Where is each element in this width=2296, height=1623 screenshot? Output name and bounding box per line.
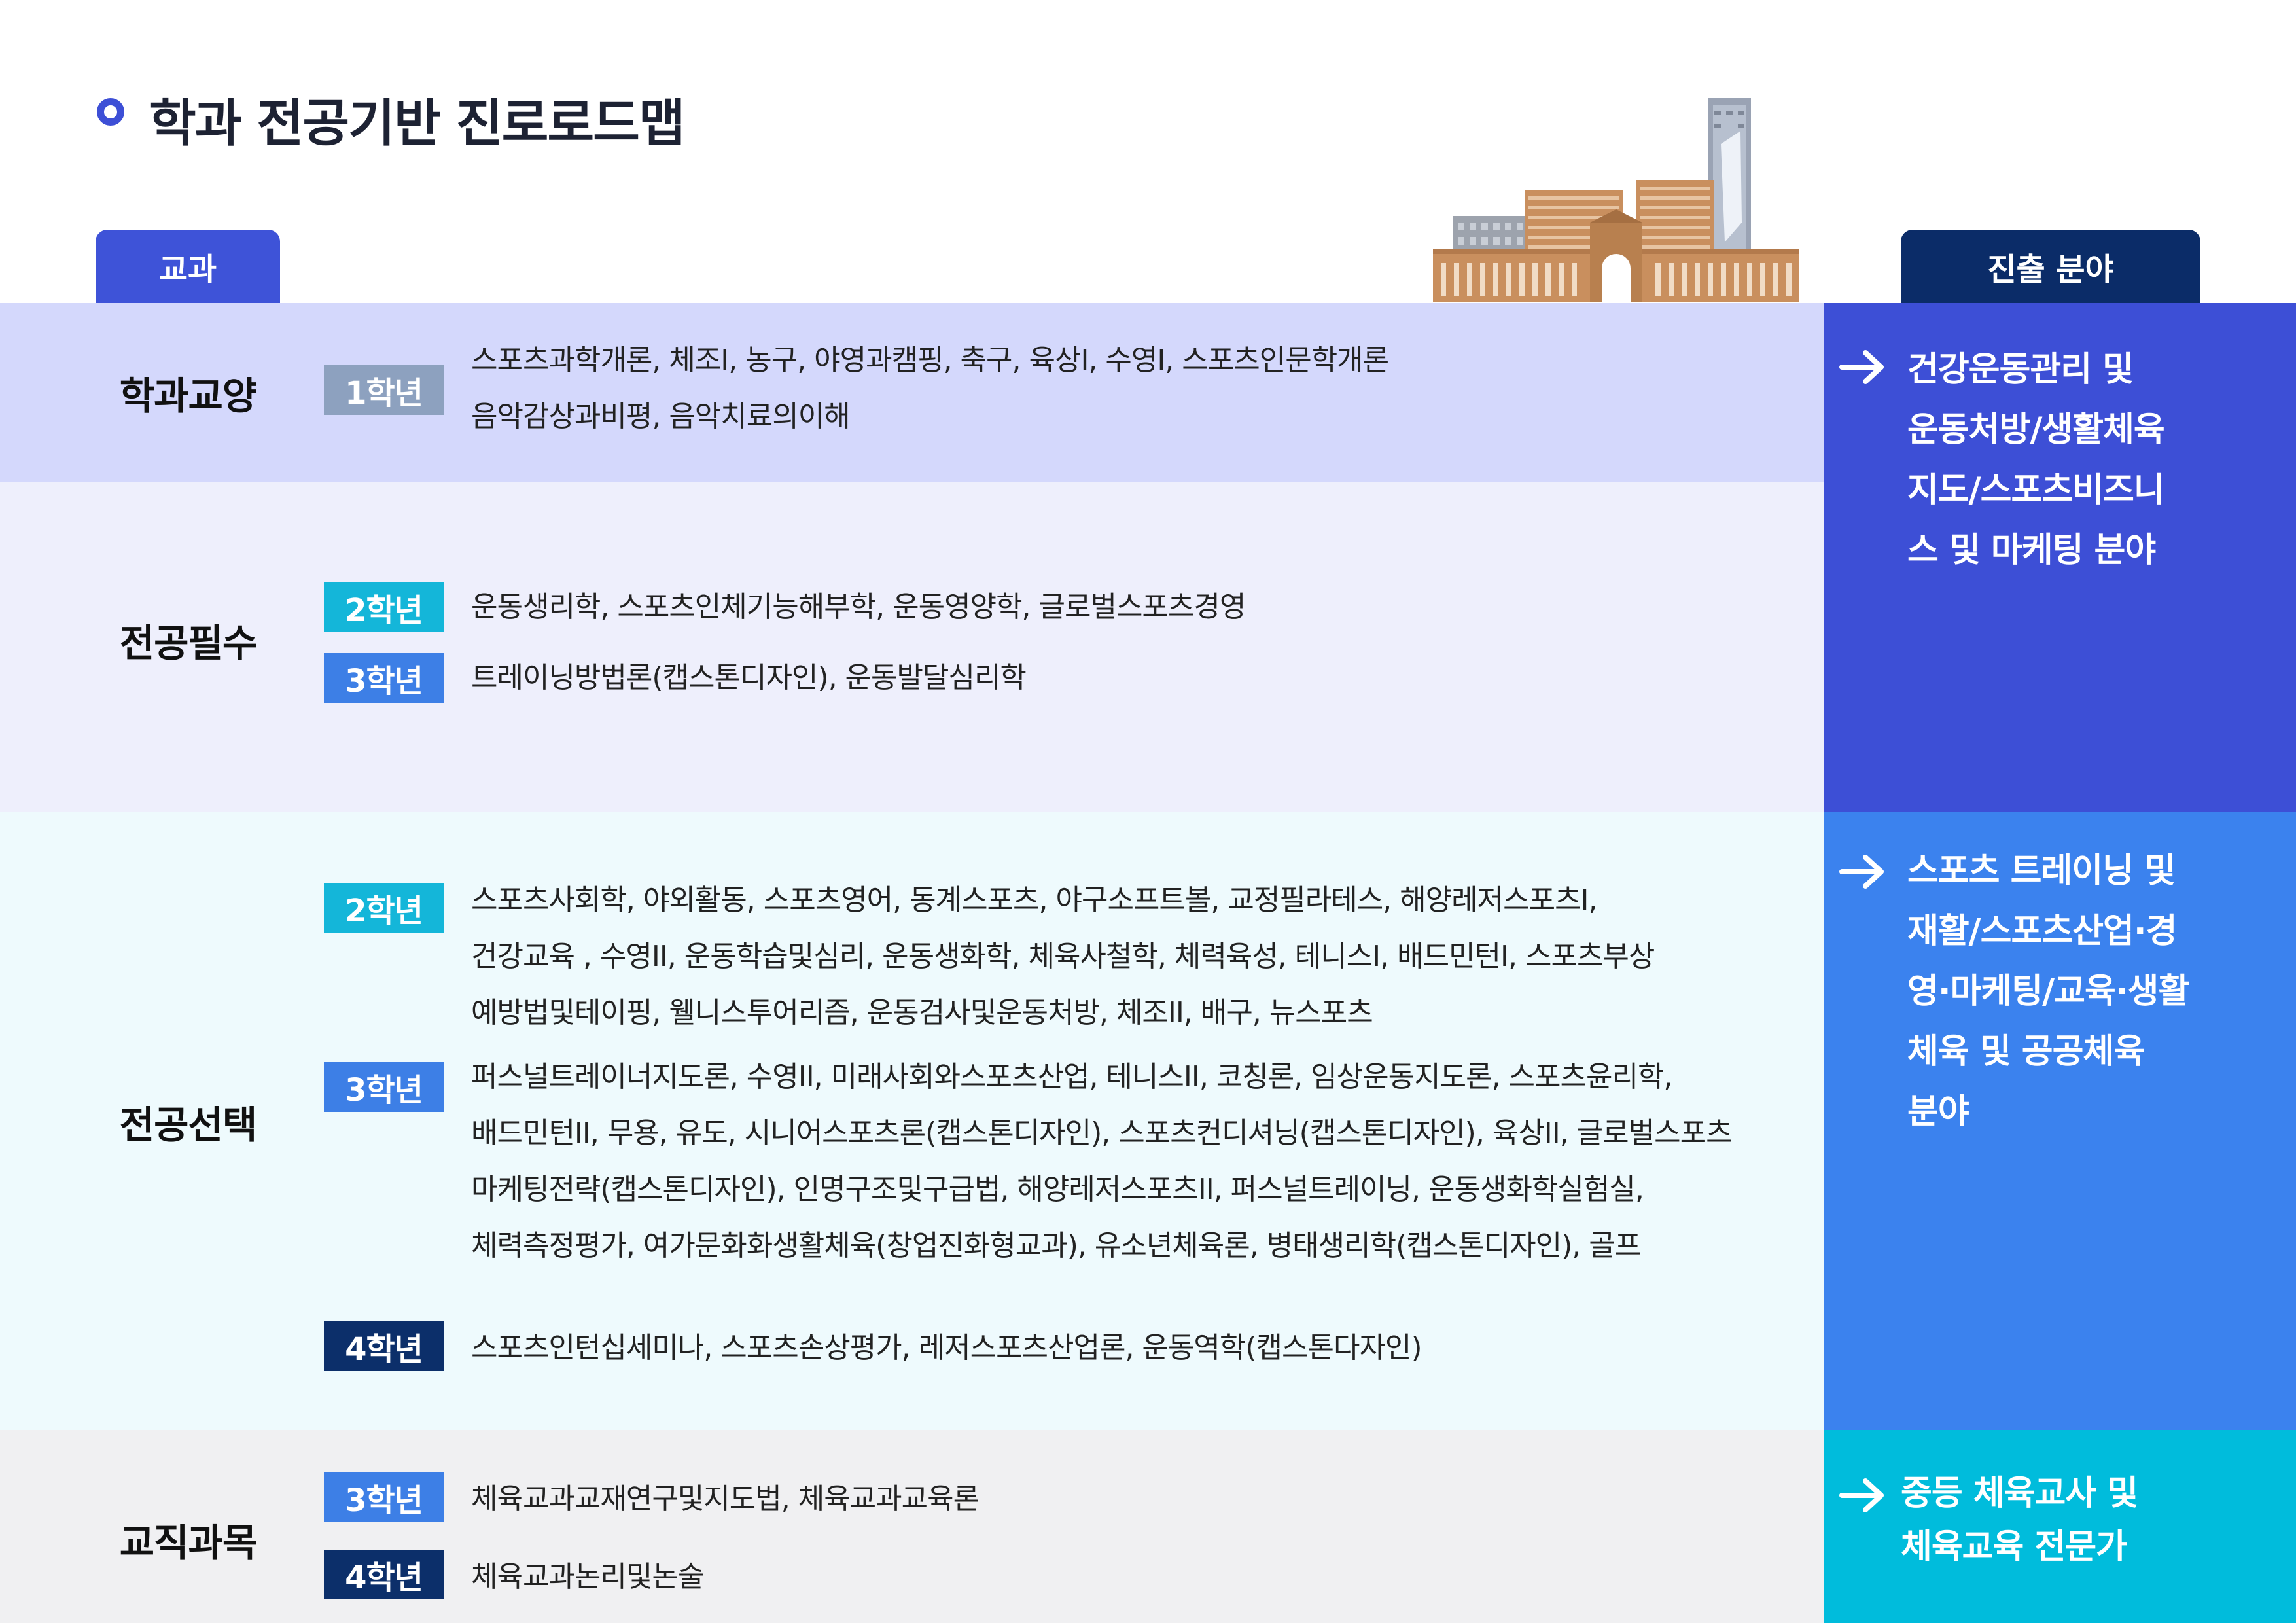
course-list: 트레이닝방법론(캡스톤디자인), 운동발달심리학: [471, 650, 1027, 706]
career-line: 스포츠 트레이닝 및: [1907, 851, 2176, 891]
course-line: 배드민턴II, 무용, 유도, 시니어스포츠론(캡스톤디자인), 스포츠컨디셔닝…: [471, 1116, 1733, 1150]
course-line: 체력측정평가, 여가문화화생활체육(창업진화형교과), 유소년체육론, 병태생리…: [471, 1229, 1641, 1262]
category-label: 교직과목: [119, 1520, 257, 1565]
category-label: 전공선택: [119, 1103, 257, 1147]
course-list: 체육교과교재연구및지도법, 체육교과교육론: [471, 1471, 980, 1527]
career-panel-3: 중등 체육교사 및 체육교육 전문가: [1824, 1430, 2296, 1623]
career-line: 지도/스포츠비즈니: [1907, 471, 2165, 510]
circle-bullet-icon: [97, 98, 124, 126]
grade-badge: 1학년: [324, 365, 444, 415]
career-line: 건강운동관리 및: [1907, 350, 2134, 389]
course-line: 운동생리학, 스포츠인체기능해부학, 운동영양학, 글로벌스포츠경영: [471, 590, 1246, 624]
course-list: 퍼스널트레이너지도론, 수영II, 미래사회와스포츠산업, 테니스II, 코칭론…: [471, 1049, 1733, 1274]
career-line: 중등 체육교사 및: [1901, 1474, 2138, 1513]
course-line: 마케팅전략(캡스톤디자인), 인명구조및구급법, 해양레저스포츠II, 퍼스널트…: [471, 1173, 1644, 1206]
course-line: 건강교육 , 수영II, 운동학습및심리, 운동생화학, 체육사철학, 체력육성…: [471, 940, 1655, 973]
grade-badge: 3학년: [324, 1472, 444, 1522]
course-line: 스포츠인턴십세미나, 스포츠손상평가, 레저스포츠산업론, 운동역학(캡스톤다자…: [471, 1331, 1422, 1364]
course-list: 운동생리학, 스포츠인체기능해부학, 운동영양학, 글로벌스포츠경영: [471, 579, 1246, 635]
careers-tab: 진출 분야: [1901, 230, 2200, 303]
career-text: 스포츠 트레이닝 및 재활/스포츠산업·경 영·마케팅/교육·생활 체육 및 공…: [1907, 841, 2189, 1142]
career-line: 재활/스포츠산업·경: [1907, 912, 2177, 951]
category-label: 전공필수: [119, 621, 257, 666]
course-line: 예방법및테이핑, 웰니스투어리즘, 운동검사및운동처방, 체조II, 배구, 뉴…: [471, 996, 1373, 1029]
career-panel-1: 건강운동관리 및 운동처방/생활체육 지도/스포츠비즈니 스 및 마케팅 분야: [1824, 303, 2296, 812]
subjects-tab: 교과: [96, 230, 280, 303]
arrow-right-icon: [1839, 855, 1884, 889]
campus-skyline-illustration: [1433, 98, 1799, 302]
career-line: 체육교육 전문가: [1901, 1527, 2127, 1567]
grade-badge: 2학년: [324, 883, 444, 933]
career-line: 스 및 마케팅 분야: [1907, 531, 2156, 570]
course-line: 스포츠사회학, 야외활동, 스포츠영어, 동계스포츠, 야구소프트볼, 교정필라…: [471, 883, 1598, 917]
career-line: 분야: [1907, 1092, 1969, 1132]
course-list: 스포츠사회학, 야외활동, 스포츠영어, 동계스포츠, 야구소프트볼, 교정필라…: [471, 872, 1655, 1041]
grade-badge: 4학년: [324, 1550, 444, 1599]
career-line: 영·마케팅/교육·생활: [1907, 972, 2189, 1011]
course-line: 스포츠과학개론, 체조I, 농구, 야영과캠핑, 축구, 육상I, 수영I, 스…: [471, 344, 1389, 377]
course-line: 퍼스널트레이너지도론, 수영II, 미래사회와스포츠산업, 테니스II, 코칭론…: [471, 1060, 1672, 1094]
arrow-right-icon: [1839, 350, 1884, 384]
career-text: 건강운동관리 및 운동처방/생활체육 지도/스포츠비즈니 스 및 마케팅 분야: [1907, 340, 2165, 580]
course-line: 음악감상과비평, 음악치료의이해: [471, 400, 851, 433]
grade-badge: 3학년: [324, 1062, 444, 1112]
page-title: 학과 전공기반 진로로드맵: [149, 94, 686, 153]
course-line: 트레이닝방법론(캡스톤디자인), 운동발달심리학: [471, 661, 1027, 694]
course-line: 체육교과교재연구및지도법, 체육교과교육론: [471, 1482, 980, 1516]
career-panel-2: 스포츠 트레이닝 및 재활/스포츠산업·경 영·마케팅/교육·생활 체육 및 공…: [1824, 812, 2296, 1430]
career-line: 체육 및 공공체육: [1907, 1032, 2145, 1071]
course-list: 스포츠인턴십세미나, 스포츠손상평가, 레저스포츠산업론, 운동역학(캡스톤다자…: [471, 1320, 1422, 1376]
course-list: 체육교과논리및논술: [471, 1549, 704, 1605]
career-line: 운동처방/생활체육: [1907, 410, 2165, 450]
grade-badge: 2학년: [324, 582, 444, 632]
grade-badge: 4학년: [324, 1321, 444, 1371]
grade-badge: 3학년: [324, 653, 444, 703]
course-line: 체육교과논리및논술: [471, 1560, 704, 1594]
arrow-right-icon: [1839, 1478, 1884, 1512]
category-label: 학과교양: [119, 374, 257, 418]
course-list: 스포츠과학개론, 체조I, 농구, 야영과캠핑, 축구, 육상I, 수영I, 스…: [471, 332, 1389, 445]
career-text: 중등 체육교사 및 체육교육 전문가: [1901, 1467, 2138, 1574]
